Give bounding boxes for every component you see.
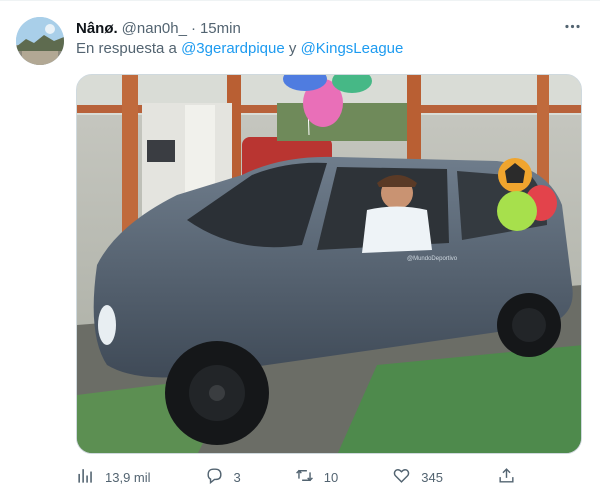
analytics-icon [76, 466, 95, 488]
tweet-timestamp[interactable]: 15min [200, 20, 241, 37]
like-count: 345 [421, 469, 443, 485]
like-button[interactable]: 345 [392, 466, 443, 488]
more-horizontal-icon [563, 17, 582, 41]
reply-icon [205, 466, 224, 488]
tweet-actions: 13,9 mil 3 10 345 [76, 463, 516, 491]
tweet[interactable]: Nânø. @nan0h_ · 15min En respuesta a @3g… [0, 0, 600, 503]
mention-link-kingsleague[interactable]: @KingsLeague [301, 40, 404, 57]
media-watermark: @MundoDeportivo [407, 256, 458, 262]
views-count: 13,9 mil [105, 469, 151, 485]
share-icon [497, 466, 516, 488]
tweet-photo[interactable]: @MundoDeportivo [76, 74, 582, 454]
share-button[interactable] [497, 466, 516, 488]
avatar[interactable] [16, 17, 64, 65]
reply-button[interactable]: 3 [205, 466, 241, 488]
reply-context: En respuesta a @3gerardpique y @KingsLea… [76, 40, 403, 57]
reply-count: 3 [233, 469, 241, 485]
retweet-button[interactable]: 10 [295, 466, 338, 488]
more-options-button[interactable] [558, 15, 586, 43]
heart-icon [392, 466, 411, 488]
user-handle[interactable]: @nan0h_ [122, 20, 187, 37]
separator-dot: · [190, 19, 196, 37]
display-name[interactable]: Nânø. [76, 20, 118, 37]
mention-link-pique[interactable]: @3gerardpique [181, 40, 285, 57]
views-button[interactable]: 13,9 mil [76, 466, 151, 488]
retweet-icon [295, 466, 314, 488]
retweet-count: 10 [323, 469, 339, 485]
reply-prefix: En respuesta a [76, 40, 177, 57]
reply-joiner: y [288, 40, 297, 57]
tweet-header: Nânø. @nan0h_ · 15min [76, 18, 241, 38]
